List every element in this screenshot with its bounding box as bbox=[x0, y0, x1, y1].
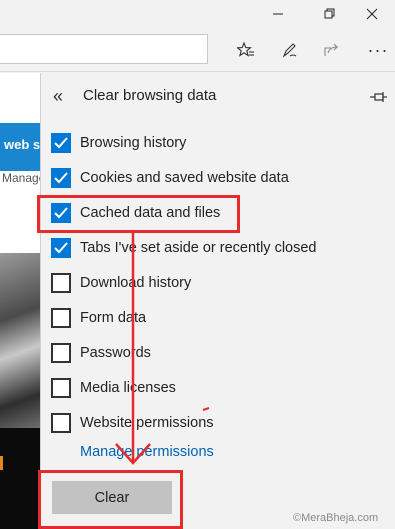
page-dark-section bbox=[0, 428, 40, 529]
checkbox-checked-icon[interactable] bbox=[51, 133, 71, 153]
checkbox-unchecked-icon[interactable] bbox=[51, 273, 71, 293]
pen-icon[interactable] bbox=[276, 36, 304, 64]
checkbox-option[interactable]: Website permissions bbox=[51, 410, 381, 436]
page-manage-text: Manage bbox=[2, 171, 40, 185]
checkbox-option[interactable]: Browsing history bbox=[51, 130, 381, 156]
more-icon[interactable]: ··· bbox=[364, 36, 392, 64]
checkbox-label: Passwords bbox=[80, 345, 151, 361]
watermark-text: ©MeraBheja.com bbox=[293, 512, 379, 524]
double-chevron-left-icon[interactable]: « bbox=[53, 83, 73, 111]
checkbox-checked-icon[interactable] bbox=[51, 238, 71, 258]
checkbox-label: Media licenses bbox=[80, 380, 176, 396]
checkbox-option[interactable]: Cookies and saved website data bbox=[51, 165, 381, 191]
checkbox-option[interactable]: Download history bbox=[51, 270, 381, 296]
address-bar[interactable] bbox=[0, 34, 208, 64]
checkbox-option[interactable]: Tabs I've set aside or recently closed bbox=[51, 235, 381, 261]
panel-title: Clear browsing data bbox=[83, 87, 217, 104]
checkbox-option[interactable]: Form data bbox=[51, 305, 381, 331]
close-icon[interactable] bbox=[352, 0, 392, 28]
checkbox-label: Tabs I've set aside or recently closed bbox=[80, 240, 317, 256]
checkbox-unchecked-icon[interactable] bbox=[51, 343, 71, 363]
checkbox-unchecked-icon[interactable] bbox=[51, 378, 71, 398]
annotation-box-clear bbox=[38, 470, 183, 529]
checkbox-label: Cookies and saved website data bbox=[80, 170, 289, 186]
browser-toolbar: ··· bbox=[0, 28, 395, 72]
annotation-box-cached bbox=[37, 195, 240, 233]
title-bar bbox=[0, 0, 395, 28]
favorites-star-icon[interactable] bbox=[232, 36, 260, 64]
checkbox-checked-icon[interactable] bbox=[51, 168, 71, 188]
minimize-icon[interactable] bbox=[258, 0, 298, 28]
checkbox-label: Download history bbox=[80, 275, 192, 291]
panel-header: « Clear browsing data bbox=[41, 83, 395, 111]
web-page-background: web s Manage bbox=[0, 73, 40, 529]
pin-icon[interactable] bbox=[367, 85, 391, 109]
manage-permissions-link[interactable]: Manage permissions bbox=[80, 444, 214, 460]
checkbox-label: Browsing history bbox=[80, 135, 187, 151]
restore-icon[interactable] bbox=[310, 0, 350, 28]
page-photo bbox=[0, 253, 40, 433]
checkbox-label: Form data bbox=[80, 310, 147, 326]
page-banner: web s bbox=[0, 123, 40, 171]
checkbox-label: Website permissions bbox=[80, 415, 214, 431]
checkbox-option[interactable]: Passwords bbox=[51, 340, 381, 366]
clear-browsing-data-panel: « Clear browsing data Browsing history Co… bbox=[40, 73, 395, 529]
checkbox-unchecked-icon[interactable] bbox=[51, 413, 71, 433]
share-icon[interactable] bbox=[318, 36, 346, 64]
checkbox-unchecked-icon[interactable] bbox=[51, 308, 71, 328]
checkbox-option[interactable]: Media licenses bbox=[51, 375, 381, 401]
